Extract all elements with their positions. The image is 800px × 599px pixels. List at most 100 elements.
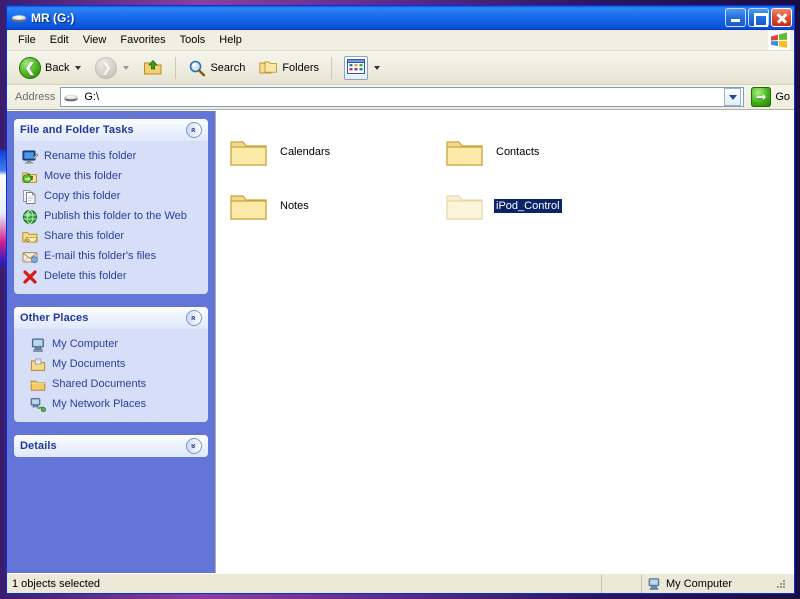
file-list-view[interactable]: Calendars Contacts Notes iPod_Control (215, 111, 794, 573)
status-bar: 1 objects selected My Computer (7, 573, 794, 593)
up-button[interactable] (137, 54, 169, 82)
place-label: Shared Documents (52, 378, 147, 390)
folder-item-contacts[interactable]: Contacts (442, 125, 658, 179)
delete-icon (22, 269, 38, 285)
task-publish-this-folder-to-the-web[interactable]: Publish this folder to the Web (20, 207, 204, 227)
back-dropdown-icon[interactable] (75, 65, 82, 70)
views-icon (344, 55, 369, 80)
place-my-network-places[interactable]: My Network Places (28, 395, 204, 415)
move-icon (22, 169, 38, 185)
task-label: Rename this folder (44, 150, 137, 162)
go-arrow-icon: ➞ (751, 87, 772, 107)
panel-details: Details » (14, 435, 208, 457)
forward-dropdown-icon[interactable] (123, 65, 130, 70)
back-arrow-icon: ❮ (19, 56, 41, 79)
address-bar: Address G:\ ➞ Go (7, 85, 794, 110)
menu-favorites[interactable]: Favorites (113, 32, 172, 48)
address-dropdown-button[interactable] (724, 88, 742, 106)
shared-documents-icon (30, 377, 46, 393)
toolbar-separator-1 (175, 56, 177, 79)
minimize-button[interactable] (725, 8, 746, 27)
go-label: Go (775, 91, 790, 103)
chevron-up-icon[interactable]: « (186, 122, 202, 138)
search-icon (188, 59, 206, 77)
maximize-button[interactable] (748, 8, 769, 27)
close-button[interactable] (771, 8, 792, 27)
folder-label: Notes (280, 200, 309, 212)
folder-icon (230, 136, 268, 168)
menu-help[interactable]: Help (212, 32, 249, 48)
window-body: File and Folder Tasks « Rename this fold… (7, 110, 794, 573)
folder-label: iPod_Control (494, 199, 562, 213)
task-move-this-folder[interactable]: Move this folder (20, 167, 204, 187)
folder-icon (446, 136, 484, 168)
task-delete-this-folder[interactable]: Delete this folder (20, 267, 204, 287)
folders-label: Folders (282, 61, 320, 74)
panel-title: Details (20, 440, 57, 452)
address-value: G:\ (84, 91, 100, 103)
folder-item-calendars[interactable]: Calendars (226, 125, 442, 179)
chevron-up-icon[interactable]: « (186, 310, 202, 326)
place-label: My Documents (52, 358, 126, 370)
task-pane: File and Folder Tasks « Rename this fold… (7, 111, 215, 573)
task-email-this-folders-files[interactable]: E-mail this folder's files (20, 247, 204, 267)
views-dropdown-icon[interactable] (374, 65, 381, 70)
icon-grid: Calendars Contacts Notes iPod_Control (226, 125, 794, 233)
menu-file[interactable]: File (11, 32, 43, 48)
copy-icon (22, 189, 38, 205)
menu-tools[interactable]: Tools (173, 32, 213, 48)
window-controls (725, 8, 792, 27)
go-button[interactable]: ➞ Go (751, 87, 790, 107)
address-label: Address (15, 91, 56, 103)
task-label: E-mail this folder's files (44, 250, 157, 262)
folder-item-notes[interactable]: Notes (226, 179, 442, 233)
status-location-label: My Computer (666, 577, 733, 590)
menu-edit[interactable]: Edit (43, 32, 76, 48)
search-label: Search (210, 61, 246, 74)
panel-body: Rename this folder Move this folder Copy… (14, 141, 208, 294)
forward-button[interactable]: ❯ (89, 53, 135, 83)
windows-flag-icon (768, 31, 790, 50)
share-icon (22, 229, 39, 245)
folder-label: Contacts (496, 146, 540, 158)
status-middle-cell (602, 574, 642, 593)
task-copy-this-folder[interactable]: Copy this folder (20, 187, 204, 207)
email-icon (22, 249, 38, 265)
panel-title: File and Folder Tasks (20, 124, 134, 136)
panel-other-places: Other Places « My Computer My Documents … (14, 307, 208, 422)
explorer-window: MR (G:) File Edit View Favorites Tools H… (6, 5, 795, 594)
chevron-down-icon[interactable]: » (186, 438, 202, 454)
address-input[interactable]: G:\ (60, 87, 745, 107)
task-rename-this-folder[interactable]: Rename this folder (20, 147, 204, 167)
place-my-documents[interactable]: My Documents (28, 355, 204, 375)
folders-icon (259, 59, 278, 77)
task-share-this-folder[interactable]: Share this folder (20, 227, 204, 247)
panel-header[interactable]: Details » (14, 435, 208, 457)
views-button[interactable] (338, 52, 386, 84)
task-label: Copy this folder (44, 190, 121, 202)
resize-grip[interactable] (775, 578, 787, 590)
search-button[interactable]: Search (182, 55, 251, 81)
menu-view[interactable]: View (76, 32, 114, 48)
panel-header[interactable]: Other Places « (14, 307, 208, 329)
removable-drive-icon (63, 89, 79, 105)
removable-drive-icon (11, 10, 27, 26)
folder-item-ipod-control[interactable]: iPod_Control (442, 179, 658, 233)
status-selection-text: 1 objects selected (7, 574, 602, 593)
forward-arrow-icon: ❯ (95, 56, 118, 79)
place-label: My Network Places (52, 398, 147, 410)
panel-body: My Computer My Documents Shared Document… (14, 329, 208, 422)
task-label: Move this folder (44, 170, 122, 182)
menu-bar: File Edit View Favorites Tools Help (7, 30, 794, 51)
task-label: Publish this folder to the Web (44, 210, 187, 222)
place-my-computer[interactable]: My Computer (28, 335, 204, 355)
my-documents-icon (30, 357, 46, 373)
task-label: Delete this folder (44, 270, 127, 282)
title-bar[interactable]: MR (G:) (7, 6, 794, 30)
folders-button[interactable]: Folders (253, 55, 325, 81)
place-shared-documents[interactable]: Shared Documents (28, 375, 204, 395)
panel-header[interactable]: File and Folder Tasks « (14, 119, 208, 141)
back-button[interactable]: ❮ Back (13, 53, 87, 83)
folder-icon (446, 190, 484, 222)
panel-file-and-folder-tasks: File and Folder Tasks « Rename this fold… (14, 119, 208, 294)
